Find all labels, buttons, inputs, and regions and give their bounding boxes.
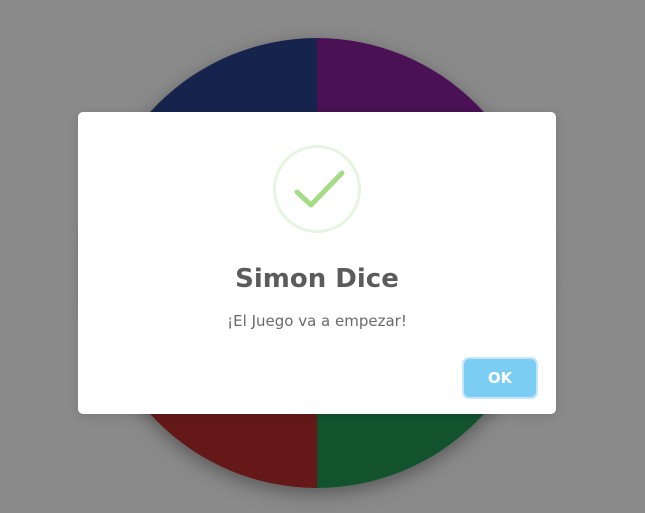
- success-checkmark-icon: [273, 145, 361, 233]
- checkmark-icon: [294, 170, 345, 208]
- alert-dialog: Simon Dice ¡El Juego va a empezar! OK: [78, 112, 556, 414]
- ok-button[interactable]: OK: [464, 359, 536, 397]
- dialog-message: ¡El Juego va a empezar!: [227, 312, 407, 330]
- dialog-title: Simon Dice: [235, 264, 399, 294]
